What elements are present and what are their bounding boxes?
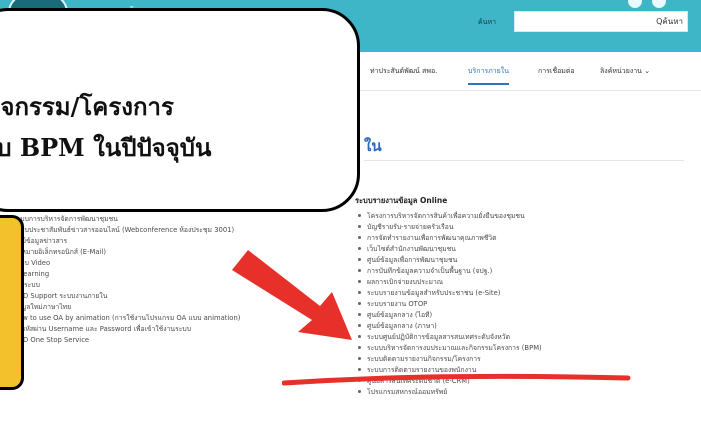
list-item[interactable]: ผลการเบิกจ่ายงบประมาณ (358, 276, 688, 287)
list-item[interactable]: โครงการบริหารจัดการสินค้าเพื่อความยั่งยื… (358, 210, 688, 221)
header-icons (622, 0, 692, 10)
list-item[interactable]: ศูนย์ข้อมูลข่าวสาร (6, 235, 326, 246)
nav-item-links[interactable]: ลิงค์หน่วยงาน ⌄ (600, 66, 650, 77)
chevron-down-icon: ⌄ (644, 67, 651, 75)
callout-bubble: รกิจกรรม/โครงการ บบ BPM ในปีปัจจุบัน (0, 8, 360, 212)
list-item[interactable]: บัญชีรายรับ-รายจ่ายครัวเรือน (358, 221, 688, 232)
social-icon[interactable] (652, 0, 666, 8)
bullet-icon (358, 280, 361, 283)
bullet-icon (358, 236, 361, 239)
red-underline-annotation (282, 373, 631, 386)
list-item[interactable]: การจัดทำรายงานเพื่อการพัฒนาคุณภาพชีวิต (358, 232, 688, 243)
list-item[interactable]: ศูนย์ข้อมูลกลาง (ภาษา) (358, 320, 688, 331)
divider (364, 160, 684, 161)
nav-item-connections[interactable]: การเชื่อมต่อ (538, 66, 575, 77)
callout-line-2: บบ BPM ในปีปัจจุบัน (0, 133, 212, 162)
bullet-icon (358, 302, 361, 305)
bullet-icon (358, 258, 361, 261)
bullet-icon (358, 225, 361, 228)
list-item[interactable]: ระบบประชาสัมพันธ์ข่าวสารออนไลน์ (Webconf… (6, 224, 326, 235)
bullet-icon (358, 324, 361, 327)
list-item[interactable]: ระบบการบริหารจัดการพัฒนาชุมชน (6, 213, 326, 224)
bullet-icon (358, 214, 361, 217)
list-item[interactable]: ระบบรายงานข้อมูลสำหรับประชาชน (e-Site) (358, 287, 688, 298)
bullet-icon (358, 368, 361, 371)
social-icon[interactable] (628, 0, 642, 8)
bullet-icon (358, 390, 361, 393)
callout-line-1: รกิจกรรม/โครงการ (0, 92, 174, 121)
bullet-icon (358, 335, 361, 338)
search-label: ค้นหา (478, 18, 497, 26)
nav-item-internal-services[interactable]: บริการภายใน (468, 66, 509, 85)
bullet-icon (358, 269, 361, 272)
list-item[interactable]: เว็บไซต์สำนักงานพัฒนาชุมชน (358, 243, 688, 254)
yellow-callout-box (0, 215, 24, 390)
bullet-icon (358, 346, 361, 349)
list-item[interactable]: ระบบศูนย์ปฏิบัติการข้อมูลสารสนเทศระดับจั… (358, 331, 688, 342)
list-item[interactable]: ระบบรายงาน OTOP (358, 298, 688, 309)
search-input[interactable]: Qค้นหา (514, 11, 688, 32)
nav-item-news[interactable]: ท่าประสันต์พัฒน์ สพอ. (370, 66, 437, 77)
red-arrow-icon (232, 250, 352, 340)
list-item[interactable]: โปรแกรมสหกรณ์ออมทรัพย์ (358, 386, 688, 397)
list-item[interactable]: ศูนย์ข้อมูลเพื่อการพัฒนาชุมชน (358, 254, 688, 265)
bullet-icon (358, 357, 361, 360)
page-title: ใน (364, 137, 382, 155)
right-link-list: โครงการบริหารจัดการสินค้าเพื่อความยั่งยื… (358, 210, 688, 397)
bullet-icon (358, 313, 361, 316)
list-item[interactable]: ระบบติดตามรายงานกิจกรรม/โครงการ (358, 353, 688, 364)
list-item[interactable]: ศูนย์ข้อมูลกลาง (ไอที) (358, 309, 688, 320)
search-button[interactable]: Qค้นหา (656, 15, 683, 28)
bullet-icon (358, 291, 361, 294)
bullet-icon (358, 247, 361, 250)
list-item[interactable]: การบันทึกข้อมูลความจำเป็นพื้นฐาน (จปฐ.) (358, 265, 688, 276)
list-item[interactable]: ระบบบริหารจัดการงบประมาณและกิจกรรมโครงกา… (358, 342, 688, 353)
online-reports-heading: ระบบรายงานข้อมูล Online (355, 196, 448, 205)
